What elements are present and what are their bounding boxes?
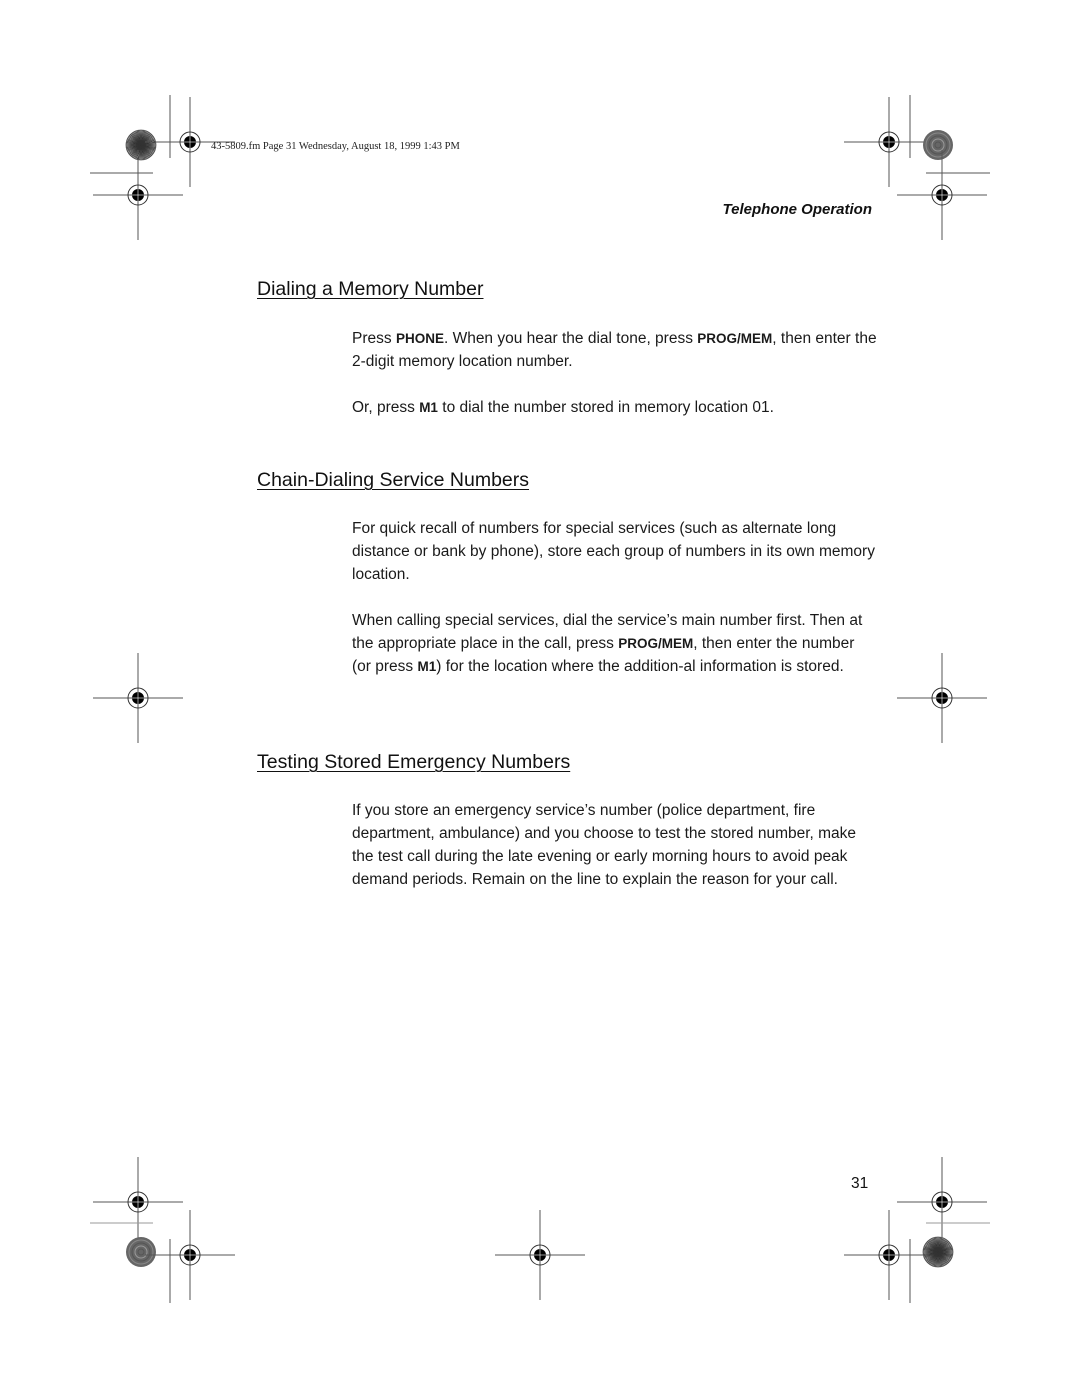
key-name: M1	[419, 400, 438, 415]
registration-crosshair-icon	[92, 149, 184, 241]
starburst-target-icon	[922, 1236, 954, 1268]
paragraph: Or, press M1 to dial the number stored i…	[352, 396, 877, 419]
concentric-target-icon	[922, 129, 954, 161]
text-run: ) for the location where the addition-al…	[436, 658, 844, 675]
text-run: . When you hear the dial tone, press	[443, 330, 698, 347]
paragraph: If you store an emergency service’s numb…	[352, 799, 877, 891]
text-run: For quick recall of numbers for special …	[352, 520, 875, 583]
key-name: PROG/MEM	[618, 636, 694, 651]
registration-crosshair-icon	[92, 652, 184, 744]
registration-crosshair-icon	[843, 96, 935, 188]
paragraph: When calling special services, dial the …	[352, 609, 877, 678]
page-number: 31	[851, 1175, 869, 1192]
paragraph: For quick recall of numbers for special …	[352, 517, 877, 586]
concentric-target-icon	[125, 1236, 157, 1268]
text-run: Press	[352, 330, 396, 347]
registration-crosshair-icon	[896, 652, 988, 744]
section-title: Dialing a Memory Number	[257, 278, 484, 300]
paragraph: Press PHONE. When you hear the dial tone…	[352, 327, 877, 373]
registration-crosshair-icon	[144, 1209, 236, 1301]
slug-line: 43-5809.fm Page 31 Wednesday, August 18,…	[211, 141, 460, 152]
text-run: to dial the number stored in memory loca…	[437, 399, 774, 416]
section-title: Testing Stored Emergency Numbers	[257, 751, 571, 773]
registration-crosshair-icon	[896, 149, 988, 241]
key-name: M1	[417, 659, 437, 674]
registration-crosshair-icon	[843, 1209, 935, 1301]
registration-crosshair-icon	[896, 1156, 988, 1248]
starburst-target-icon	[125, 129, 157, 161]
running-head: Telephone Operation	[722, 201, 872, 218]
text-run: If you store an emergency service’s numb…	[352, 802, 857, 888]
text-run: Or, press	[352, 399, 420, 416]
registration-crosshair-icon	[494, 1209, 586, 1301]
print-marks	[90, 95, 990, 1303]
section-title: Chain-Dialing Service Numbers	[257, 469, 530, 491]
registration-crosshair-icon	[92, 1156, 184, 1248]
key-name: PROG/MEM	[697, 331, 773, 346]
key-name: PHONE	[395, 331, 444, 346]
